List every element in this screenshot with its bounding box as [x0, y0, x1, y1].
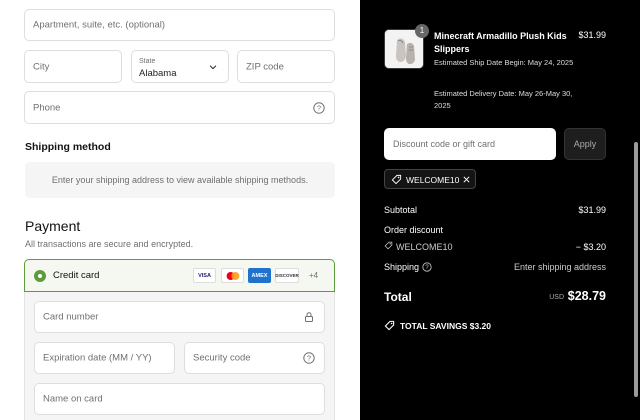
order-discount-label: Order discount: [384, 225, 444, 235]
ship-date: Estimated Ship Date Begin: May 24, 2025: [434, 58, 574, 67]
shipping-method-heading: Shipping method: [25, 141, 111, 153]
tag-icon: [391, 174, 402, 185]
discount-placeholder: Discount code or gift card: [393, 139, 496, 149]
expiration-field[interactable]: Expiration date (MM / YY): [34, 342, 175, 374]
order-summary: 1 Minecraft Armadillo Plush Kids Slipper…: [360, 0, 640, 420]
security-code-field[interactable]: Security code ?: [184, 342, 325, 374]
apartment-field[interactable]: Apartment, suite, etc. (optional): [24, 9, 335, 41]
phone-placeholder: Phone: [33, 102, 61, 113]
card-number-placeholder: Card number: [43, 311, 99, 323]
delivery-date: Estimated Delivery Date: May 26-May 30, …: [434, 89, 573, 110]
name-on-card-field[interactable]: Name on card: [34, 383, 325, 415]
state-select[interactable]: State Alabama: [131, 50, 229, 83]
remove-code-icon[interactable]: [462, 175, 471, 184]
security-code-placeholder: Security code: [193, 352, 251, 364]
discount-value: − $3.20: [575, 242, 606, 252]
city-field[interactable]: City: [24, 50, 122, 83]
help-icon[interactable]: ?: [303, 352, 315, 364]
scrollbar-thumb[interactable]: [634, 142, 638, 397]
zip-placeholder: ZIP code: [246, 61, 284, 72]
currency-code: USD: [549, 294, 564, 301]
shipping-value: Enter shipping address: [513, 262, 606, 272]
product-name: Minecraft Armadillo Plush Kids Slippers: [434, 31, 567, 54]
city-placeholder: City: [33, 61, 50, 72]
applied-discount-chip: WELCOME10: [384, 169, 476, 189]
help-icon[interactable]: ?: [313, 101, 325, 114]
svg-text:?: ?: [307, 354, 311, 363]
discount-code-label: WELCOME10: [396, 242, 453, 252]
applied-code: WELCOME10: [406, 175, 460, 185]
svg-text:?: ?: [425, 264, 429, 271]
visa-icon: VISA: [193, 268, 216, 283]
name-on-card-placeholder: Name on card: [43, 393, 103, 405]
phone-field[interactable]: Phone ?: [24, 91, 335, 124]
subtotal-label: Subtotal: [384, 205, 418, 215]
total-value: $28.79: [567, 289, 606, 303]
credit-card-label: Credit card: [53, 270, 100, 281]
discount-code-input[interactable]: Discount code or gift card: [384, 128, 556, 160]
apply-button[interactable]: Apply: [564, 128, 606, 160]
state-label: State: [139, 58, 156, 65]
state-value: Alabama: [139, 68, 177, 79]
shipping-notice: Enter your shipping address to view avai…: [25, 162, 335, 198]
total-savings: TOTAL SAVINGS $3.20: [400, 321, 492, 331]
tag-icon: [384, 241, 393, 250]
product-price: $31.99: [578, 30, 606, 40]
zip-field[interactable]: ZIP code: [237, 50, 335, 83]
lock-icon: [305, 312, 313, 322]
apartment-placeholder: Apartment, suite, etc. (optional): [33, 19, 166, 31]
more-brands-badge: +4: [309, 271, 319, 280]
scrollbar[interactable]: [632, 0, 640, 420]
card-number-field[interactable]: Card number: [34, 301, 325, 333]
total-label: Total: [384, 290, 412, 304]
discover-icon: DISCOVER: [275, 268, 299, 283]
svg-text:?: ?: [317, 103, 321, 112]
amex-icon: AMEX: [248, 268, 271, 283]
payment-security-note: All transactions are secure and encrypte…: [25, 239, 194, 249]
subtotal-value: $31.99: [578, 205, 606, 215]
credit-card-fields: Card number Expiration date (MM / YY) Se…: [24, 292, 335, 420]
expiration-placeholder: Expiration date (MM / YY): [43, 352, 152, 364]
checkout-form: Apartment, suite, etc. (optional) City S…: [0, 0, 360, 420]
payment-heading: Payment: [25, 218, 81, 234]
shipping-label: Shipping: [384, 262, 420, 272]
credit-card-option[interactable]: Credit card VISA AMEX DISCOVER +4: [24, 259, 335, 292]
credit-card-radio[interactable]: [34, 270, 46, 282]
chevron-down-icon: [209, 64, 217, 69]
help-icon[interactable]: ?: [422, 262, 432, 272]
tag-icon: [384, 320, 395, 331]
mastercard-icon: [221, 268, 244, 283]
quantity-badge: 1: [415, 24, 429, 38]
